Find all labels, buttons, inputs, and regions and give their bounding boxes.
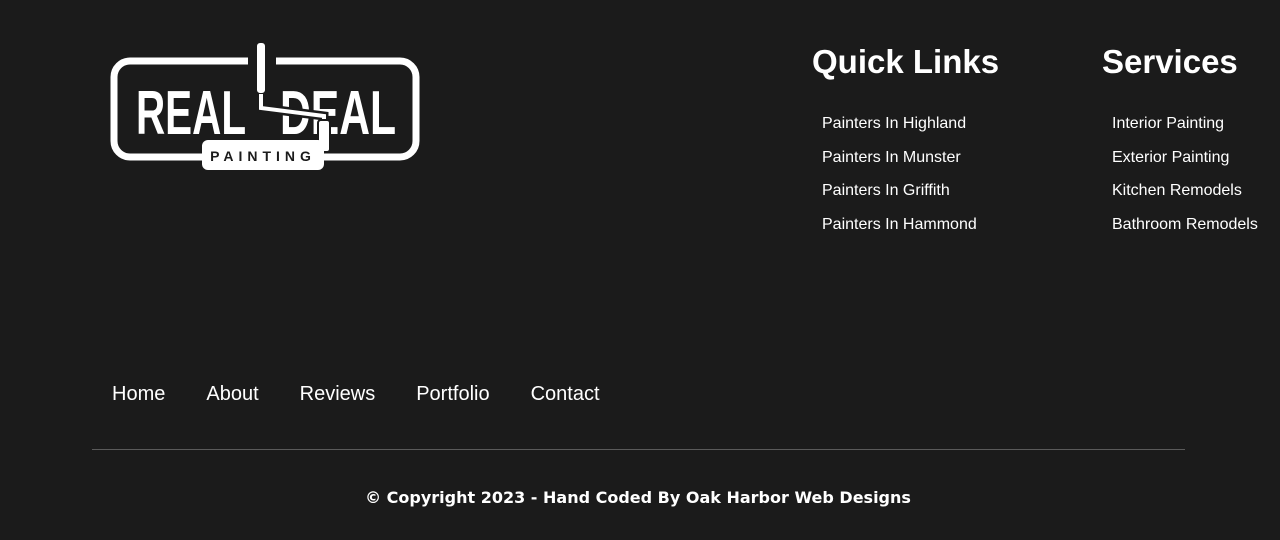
quick-links-list: Painters In Highland Painters In Munster… [822,115,999,233]
services-column: Services Interior Painting Exterior Pain… [1102,42,1258,249]
nav-reviews-link[interactable]: Reviews [300,382,376,406]
services-list: Interior Painting Exterior Painting Kitc… [1112,115,1258,233]
nav-contact-link[interactable]: Contact [531,382,600,406]
logo[interactable]: REAL DEAL PAINTING [110,42,422,172]
quick-link-hammond[interactable]: Painters In Hammond [822,216,999,233]
nav-portfolio-link[interactable]: Portfolio [416,382,489,406]
service-link-kitchen[interactable]: Kitchen Remodels [1112,182,1258,199]
footer-nav: Home About Reviews Portfolio Contact [112,382,641,406]
quick-links-heading: Quick Links [812,43,1000,80]
copyright-text: © Copyright 2023 - Hand Coded By Oak Har… [365,488,911,507]
logo-graphic: REAL DEAL PAINTING [110,42,420,170]
site-footer: REAL DEAL PAINTING Quick Links Painters … [0,0,1280,540]
quick-link-highland[interactable]: Painters In Highland [822,115,999,132]
footer-divider [92,449,1185,450]
services-heading: Services [1102,43,1238,80]
quick-link-munster[interactable]: Painters In Munster [822,149,999,166]
nav-about-link[interactable]: About [206,382,258,406]
quick-link-griffith[interactable]: Painters In Griffith [822,182,999,199]
service-link-interior[interactable]: Interior Painting [1112,115,1258,132]
logo-word-real: REAL [136,79,246,148]
quick-links-column: Quick Links Painters In Highland Painter… [812,42,999,249]
service-link-bathroom[interactable]: Bathroom Remodels [1112,216,1258,233]
logo-tagline: PAINTING [210,148,316,164]
nav-home-link[interactable]: Home [112,382,165,406]
service-link-exterior[interactable]: Exterior Painting [1112,149,1258,166]
